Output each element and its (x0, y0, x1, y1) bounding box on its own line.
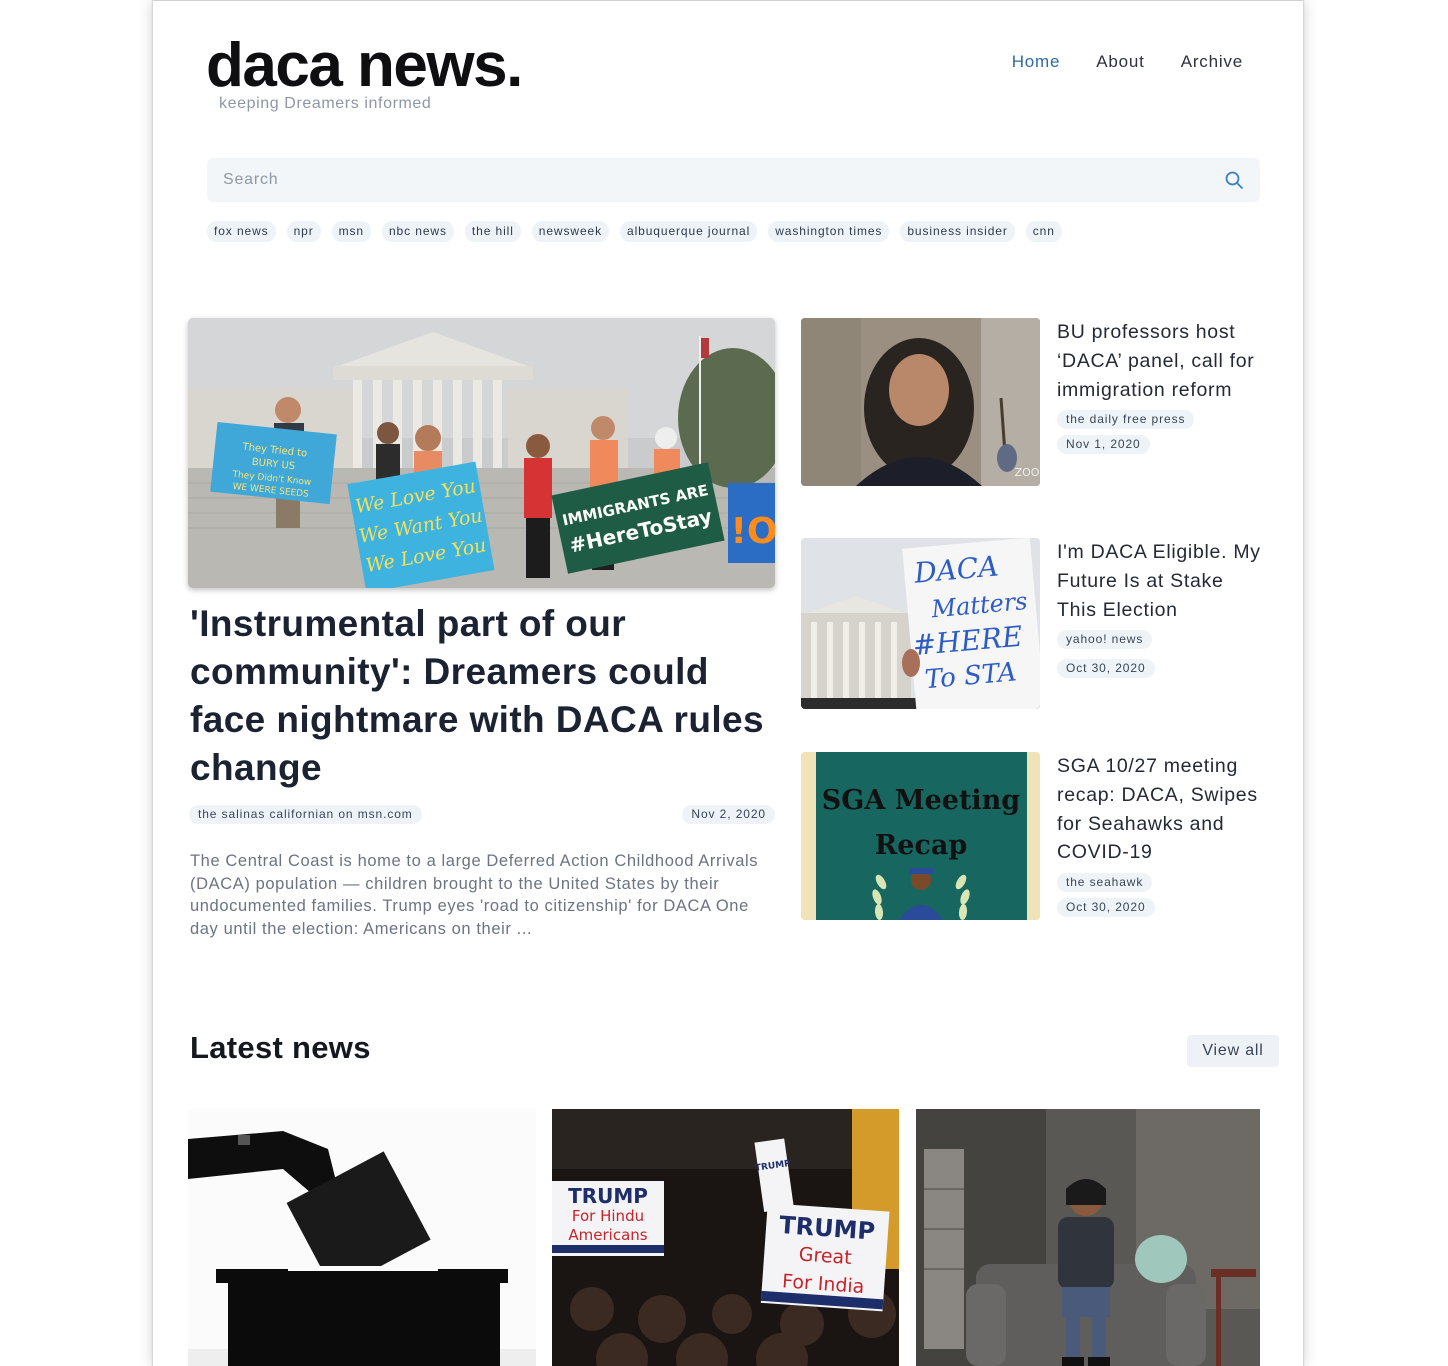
source-tag[interactable]: npr (286, 221, 321, 242)
side-story-image[interactable]: SGA Meeting Recap (801, 752, 1040, 920)
featured-story-title[interactable]: 'Instrumental part of our community': Dr… (190, 600, 770, 792)
side-story-info: BU professors host ‘DACA’ panel, call fo… (1057, 318, 1262, 455)
search-input[interactable] (207, 158, 1260, 202)
main-nav: Home About Archive (1012, 52, 1243, 72)
latest-news-card[interactable]: TRUMP For Hindu Americans TRUMP TRUMP Gr… (552, 1109, 899, 1366)
side-story-source-badge[interactable]: the seahawk (1057, 873, 1153, 893)
side-story-title[interactable]: I'm DACA Eligible. My Future Is at Stake… (1057, 538, 1262, 624)
svg-text:TRUMP: TRUMP (568, 1184, 648, 1208)
side-story-date-badge: Oct 30, 2020 (1057, 898, 1155, 918)
side-story-image[interactable]: DACA Matters #HERE To STA (801, 538, 1040, 709)
source-tag[interactable]: business insider (900, 221, 1015, 242)
side-story-title[interactable]: BU professors host ‘DACA’ panel, call fo… (1057, 318, 1262, 404)
source-tag[interactable]: nbc news (381, 221, 454, 242)
sga-image-caption-line2: Recap (875, 830, 967, 861)
source-tag[interactable]: washington times (768, 221, 890, 242)
featured-story-image[interactable]: They Tried to BURY US They Didn't Know W… (188, 318, 775, 588)
nav-home-link[interactable]: Home (1012, 52, 1061, 72)
latest-news-heading: Latest news (190, 1030, 371, 1065)
latest-news-card[interactable] (188, 1109, 536, 1366)
site-tagline: keeping Dreamers informed (219, 95, 432, 112)
svg-text:!O: !O (730, 511, 775, 552)
side-story-source-badge[interactable]: the daily free press (1057, 410, 1195, 430)
source-tag[interactable]: fox news (207, 221, 276, 242)
source-tag-list: fox news npr msn nbc news the hill newsw… (207, 221, 1062, 242)
view-all-button[interactable]: View all (1187, 1035, 1279, 1067)
search-bar (207, 158, 1260, 202)
side-story-info: SGA 10/27 meeting recap: DACA, Swipes fo… (1057, 752, 1262, 918)
side-story-source-badge[interactable]: yahoo! news (1057, 630, 1153, 650)
search-icon[interactable] (1224, 170, 1244, 190)
source-tag[interactable]: msn (331, 221, 371, 242)
site-logo[interactable]: daca news. (206, 30, 523, 102)
side-story: ZOO BU professors host ‘DACA’ panel, cal… (801, 318, 1261, 498)
featured-story-meta: the salinas californian on msn.com Nov 2… (189, 805, 775, 824)
rally-image: TRUMP For Hindu Americans TRUMP TRUMP Gr… (552, 1109, 899, 1366)
source-tag[interactable]: the hill (464, 221, 521, 242)
nav-archive-link[interactable]: Archive (1181, 52, 1243, 72)
side-story-date-badge: Oct 30, 2020 (1057, 659, 1155, 679)
latest-news-card[interactable] (916, 1109, 1260, 1366)
sga-image-caption-line1: SGA Meeting (822, 785, 1021, 816)
svg-text:Americans: Americans (568, 1226, 647, 1244)
side-story: DACA Matters #HERE To STA I'm DACA Eligi… (801, 538, 1261, 718)
side-story-info: I'm DACA Eligible. My Future Is at Stake… (1057, 538, 1262, 679)
svg-text:For Hindu: For Hindu (572, 1207, 644, 1225)
svg-text:Great: Great (798, 1243, 852, 1269)
svg-text:ZOO: ZOO (1015, 466, 1040, 479)
ballot-box-image (188, 1109, 536, 1366)
side-story-date-badge: Nov 1, 2020 (1057, 435, 1150, 455)
source-tag[interactable]: albuquerque journal (620, 221, 758, 242)
side-story-image[interactable]: ZOO (801, 318, 1040, 486)
source-tag[interactable]: cnn (1025, 221, 1062, 242)
featured-story-excerpt: The Central Coast is home to a large Def… (190, 852, 759, 938)
nav-about-link[interactable]: About (1096, 52, 1144, 72)
page-container: daca news. keeping Dreamers informed Hom… (152, 0, 1304, 1366)
side-story-title[interactable]: SGA 10/27 meeting recap: DACA, Swipes fo… (1057, 752, 1262, 867)
side-story: SGA Meeting Recap SGA 10/27 meeting reca… (801, 752, 1261, 952)
featured-source-badge[interactable]: the salinas californian on msn.com (189, 805, 422, 824)
seated-person-image (916, 1109, 1260, 1366)
source-tag[interactable]: newsweek (531, 221, 610, 242)
featured-date-badge: Nov 2, 2020 (682, 805, 775, 824)
